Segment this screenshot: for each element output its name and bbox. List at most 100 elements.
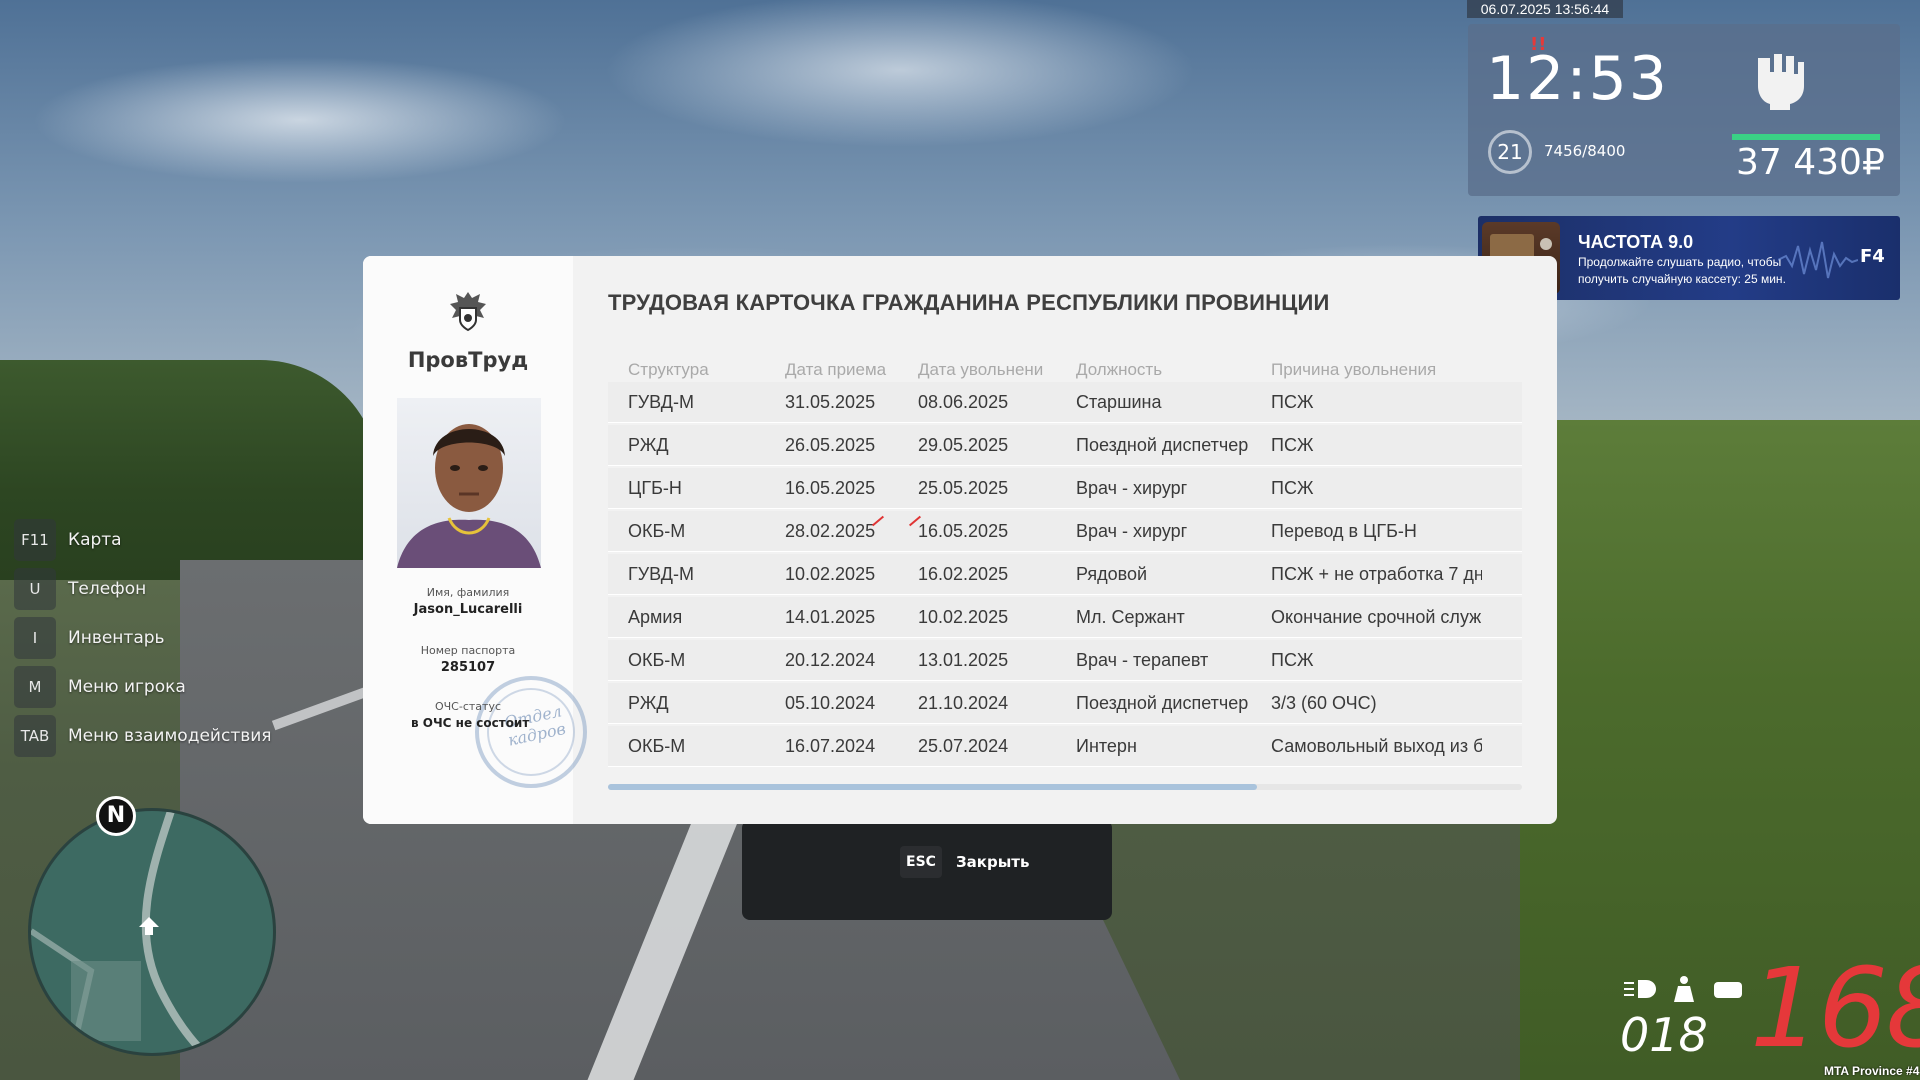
table-row: ОКБ-М 16.07.2024 25.07.2024 Интерн Самовольн… [608, 726, 1522, 767]
hotkey-key: M [14, 666, 56, 708]
table-cell: 16.02.2025 [918, 563, 1009, 584]
radio-title: ЧАСТОТА 9.0 [1578, 232, 1694, 252]
employment-card-modal: ПровТруд Имя, фамилия Jason_Lucarelli Но… [363, 256, 1557, 824]
table-cell: Армия [628, 606, 683, 627]
table-cell: ГУВД-М [628, 563, 694, 584]
hr-stamp: Отдел кадров [475, 676, 587, 788]
minimap[interactable] [28, 808, 276, 1056]
card-sidebar: ПровТруд Имя, фамилия Jason_Lucarelli Но… [363, 256, 587, 824]
table-cell: 10.02.2025 [785, 563, 876, 584]
hotkey-label: Меню игрока [68, 677, 186, 697]
money-bar [1732, 134, 1880, 140]
close-label: Закрыть [956, 853, 1030, 871]
table-cell: 16.05.2025 [918, 520, 1009, 541]
vehicle-status-icons [1624, 976, 1742, 1002]
esc-key: ESC [900, 846, 942, 878]
experience-counter: 7456/8400 [1544, 142, 1626, 160]
table-row: ГУВД-М 10.02.2025 16.02.2025 Рядовой ПСЖ + н… [608, 554, 1522, 595]
scrollbar-thumb[interactable] [608, 784, 1257, 790]
table-cell: Врач - хирург [1076, 477, 1188, 498]
speedometer: 168 [1750, 944, 1920, 1072]
table-cell: РЖД [628, 692, 669, 713]
table-cell: 05.10.2024 [785, 692, 876, 713]
card-title: ТРУДОВАЯ КАРТОЧКА ГРАЖДАНИНА РЕСПУБЛИКИ … [608, 290, 1330, 315]
table-cell: РЖД [628, 434, 669, 455]
table-cell: ОКБ-М [628, 735, 686, 756]
table-cell: 14.01.2025 [785, 606, 876, 627]
table-cell: Поездной диспетчер [1076, 692, 1249, 713]
table-cell: ОКБ-М [628, 649, 686, 670]
table-cell: 31.05.2025 [785, 391, 876, 412]
table-cell: Самовольный выход из беседы [1271, 735, 1482, 756]
table-cell: Рядовой [1076, 563, 1148, 584]
table-body: ГУВД-М 31.05.2025 08.06.2025 Старшина ПСЖ РЖД… [608, 382, 1522, 767]
table-row: Армия 14.01.2025 10.02.2025 Мл. Сержант Окон… [608, 597, 1522, 638]
hotkey-inventory[interactable]: I Инвентарь [14, 616, 272, 660]
column-header: Дата увольнени [918, 360, 1044, 379]
close-hint[interactable]: ESC Закрыть [900, 846, 1029, 878]
seatbelt-icon [1674, 976, 1694, 1002]
table-cell: 26.05.2025 [785, 434, 876, 455]
name-caption: Имя, фамилия [426, 586, 510, 599]
server-name: MTA Province #4 [1824, 1064, 1920, 1078]
radio-text: Продолжайте слушать радио, чтобы получит… [1578, 255, 1786, 286]
hotkey-player-menu[interactable]: M Меню игрока [14, 665, 272, 709]
table-cell: ПСЖ [1271, 434, 1314, 455]
hotkey-interaction-menu[interactable]: TAB Меню взаимодействия [14, 714, 272, 758]
employment-table[interactable]: Структура Дата приема Дата увольнени Дол… [608, 360, 1522, 767]
hotkey-key: I [14, 617, 56, 659]
hotkey-label: Карта [68, 530, 122, 550]
table-cell: ПСЖ [1271, 477, 1314, 498]
passport-number: 285107 [440, 660, 496, 675]
hotkey-label: Инвентарь [68, 628, 165, 648]
hotkey-label: Телефон [68, 579, 147, 599]
hotkey-key: U [14, 568, 56, 610]
table-cell: 20.12.2024 [785, 649, 876, 670]
table-cell: ПСЖ + не отработка 7 дней [1271, 563, 1482, 584]
table-row: ГУВД-М 31.05.2025 08.06.2025 Старшина ПСЖ [608, 382, 1522, 423]
table-cell: Окончание срочной службы. [1271, 606, 1482, 627]
table-cell: 28.02.2025 [785, 520, 876, 541]
table-cell: 21.10.2024 [918, 692, 1009, 713]
datetime: 06.07.2025 13:56:44 [1467, 0, 1623, 18]
table-cell: ЦГБ-Н [628, 477, 682, 498]
table-cell: Интерн [1076, 735, 1137, 756]
compass-north: N [96, 796, 136, 836]
hotkey-phone[interactable]: U Телефон [14, 567, 272, 611]
headlights-icon [1624, 980, 1656, 998]
column-header: Структура [628, 360, 709, 379]
table-cell: ПСЖ [1271, 649, 1314, 670]
table-cell: Поездной диспетчер [1076, 434, 1249, 455]
hotkey-key: F11 [14, 519, 56, 561]
table-row: РЖД 26.05.2025 29.05.2025 Поездной диспетче… [608, 425, 1522, 466]
table-cell: 10.02.2025 [918, 606, 1009, 627]
table-cell: 08.06.2025 [918, 391, 1009, 412]
passport-caption: Номер паспорта [420, 644, 516, 657]
citizen-name: Jason_Lucarelli [413, 602, 523, 617]
table-cell: Старшина [1076, 391, 1162, 412]
citizen-photo [397, 398, 541, 568]
table-header: Структура Дата приема Дата увольнени Дол… [608, 360, 1522, 380]
avatar [397, 424, 541, 568]
table-cell: Врач - терапевт [1076, 649, 1209, 670]
table-row: ЦГБ-Н 16.05.2025 25.05.2025 Врач - хирург ПС… [608, 468, 1522, 509]
radio-hotkey: F4 [1860, 246, 1885, 267]
hotkey-key: TAB [14, 715, 56, 757]
hotkey-label: Меню взаимодействия [68, 726, 272, 746]
column-header: Должность [1076, 360, 1163, 379]
table-cell: 13.01.2025 [918, 649, 1009, 670]
table-cell: 16.07.2024 [785, 735, 876, 756]
hud-panel: !! 12:53 21 7456/8400 37 430₽ [1468, 24, 1900, 196]
hotkey-map[interactable]: F11 Карта [14, 518, 272, 562]
table-cell: 16.05.2025 [785, 477, 876, 498]
horizontal-scrollbar[interactable] [608, 784, 1522, 790]
table-cell: Врач - хирург [1076, 520, 1188, 541]
fist-icon [1758, 54, 1804, 110]
table-row: РЖД 05.10.2024 21.10.2024 Поездной диспетче… [608, 683, 1522, 724]
hotkey-list: F11 Карта U Телефон I Инвентарь M Меню и… [14, 518, 272, 763]
ministry-brand: ПровТруд [407, 348, 529, 372]
table-cell: Мл. Сержант [1076, 606, 1185, 627]
table-cell: ОКБ-М [628, 520, 686, 541]
table-row: ОКБ-М 28.02.2025 16.05.2025 Врач - хирург Пе… [608, 511, 1522, 552]
money-balance: 37 430₽ [1736, 142, 1885, 183]
